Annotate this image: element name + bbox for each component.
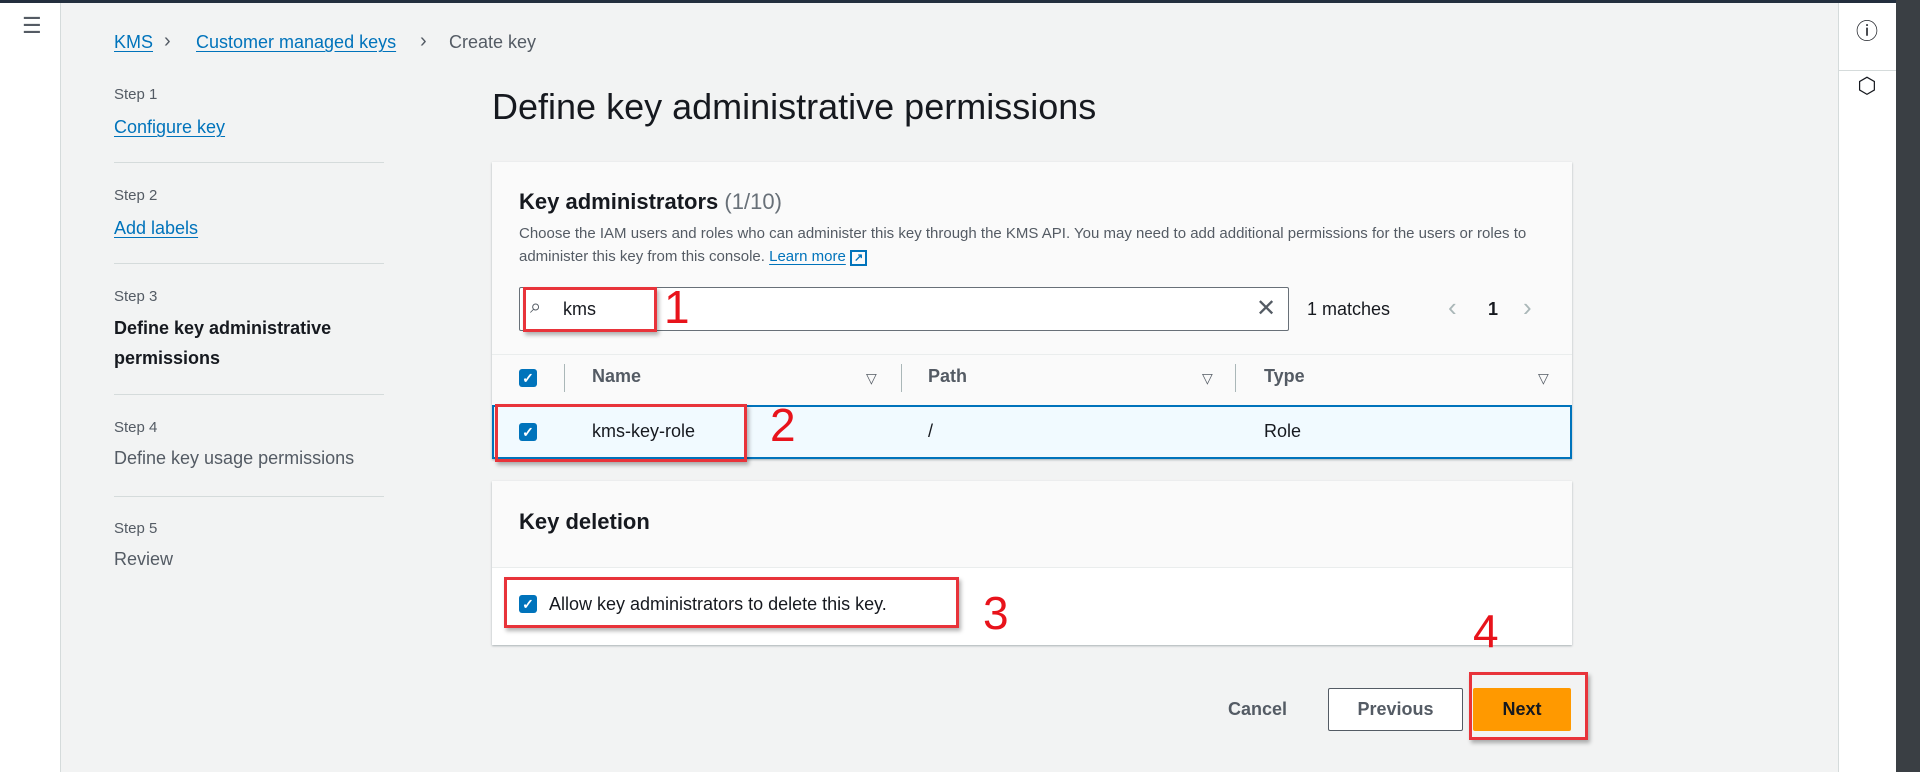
external-link-icon: ↗ (850, 250, 868, 266)
divider (114, 394, 384, 395)
divider (114, 496, 384, 497)
annotation-box-3 (504, 577, 959, 628)
key-deletion-title: Key deletion (519, 509, 650, 534)
step-5-label: Step 5 (114, 520, 158, 537)
annotation-number-1: 1 (664, 281, 690, 333)
page-number[interactable]: 1 (1488, 299, 1498, 320)
column-separator (1235, 364, 1236, 392)
row-path: / (928, 421, 934, 441)
step-4-label: Step 4 (114, 419, 158, 436)
step-2-link[interactable]: Add labels (114, 213, 198, 243)
match-count: 1 matches (1307, 299, 1391, 319)
page-title: Define key administrative permissions (492, 86, 1097, 127)
section-description: Choose the IAM users and roles who can a… (519, 222, 1549, 270)
chevron-right-icon: › (420, 30, 427, 52)
step-1-link[interactable]: Configure key (114, 112, 225, 142)
step-1-label: Step 1 (114, 86, 158, 103)
step-5-title: Review (114, 549, 174, 569)
chevron-left-icon[interactable]: ‹ (1448, 292, 1457, 323)
column-header-type[interactable]: Type (1264, 366, 1305, 387)
step-3-current: Define key administrative permissions (114, 318, 332, 368)
chevron-right-icon[interactable]: › (1523, 292, 1532, 323)
annotation-number-2: 2 (770, 399, 796, 451)
info-icon[interactable]: ⓘ (1852, 14, 1882, 44)
hamburger-icon[interactable]: ☰ (22, 15, 42, 37)
row-type: Role (1264, 421, 1302, 441)
hexagon-icon[interactable]: ⬡ (1852, 70, 1882, 100)
description-text: Choose the IAM users and roles who can a… (519, 225, 1527, 265)
annotation-number-3: 3 (983, 587, 1009, 639)
divider (114, 263, 384, 264)
breadcrumb-current: Create key (449, 32, 537, 52)
annotation-number-4: 4 (1473, 605, 1499, 657)
column-separator (564, 364, 565, 392)
sort-icon[interactable]: ▽ (866, 370, 877, 387)
chevron-right-icon: › (164, 30, 171, 52)
right-tools-panel (1838, 3, 1896, 772)
learn-more-link[interactable]: Learn more (769, 248, 846, 265)
divider (114, 162, 384, 163)
key-administrators-title: Key administrators (519, 189, 719, 214)
step-4-title: Define key usage permissions (114, 448, 355, 468)
step-2-label: Step 2 (114, 187, 158, 204)
cancel-button[interactable]: Cancel (1215, 688, 1300, 731)
selection-count: (1/10) (724, 189, 782, 214)
breadcrumb-kms[interactable]: KMS (114, 32, 153, 53)
annotation-box-4 (1469, 672, 1588, 740)
step-3-label: Step 3 (114, 288, 158, 305)
top-bar (0, 0, 1920, 3)
column-separator (901, 364, 902, 392)
previous-button[interactable]: Previous (1328, 688, 1463, 731)
sort-icon[interactable]: ▽ (1538, 370, 1549, 387)
divider (492, 567, 1572, 568)
section-title: Key administrators (1/10) (519, 189, 782, 215)
column-header-path[interactable]: Path (928, 366, 967, 387)
sort-icon[interactable]: ▽ (1202, 370, 1213, 387)
divider (492, 354, 1572, 355)
breadcrumb-customer-managed-keys[interactable]: Customer managed keys (196, 32, 396, 53)
scrollbar[interactable] (1896, 0, 1920, 772)
select-all-checkbox[interactable]: ✓ (519, 369, 537, 387)
annotation-box-2 (495, 404, 747, 462)
column-header-name[interactable]: Name (592, 366, 641, 387)
left-nav (0, 3, 61, 772)
annotation-box-1 (523, 287, 657, 332)
close-icon[interactable]: ✕ (1256, 294, 1276, 323)
